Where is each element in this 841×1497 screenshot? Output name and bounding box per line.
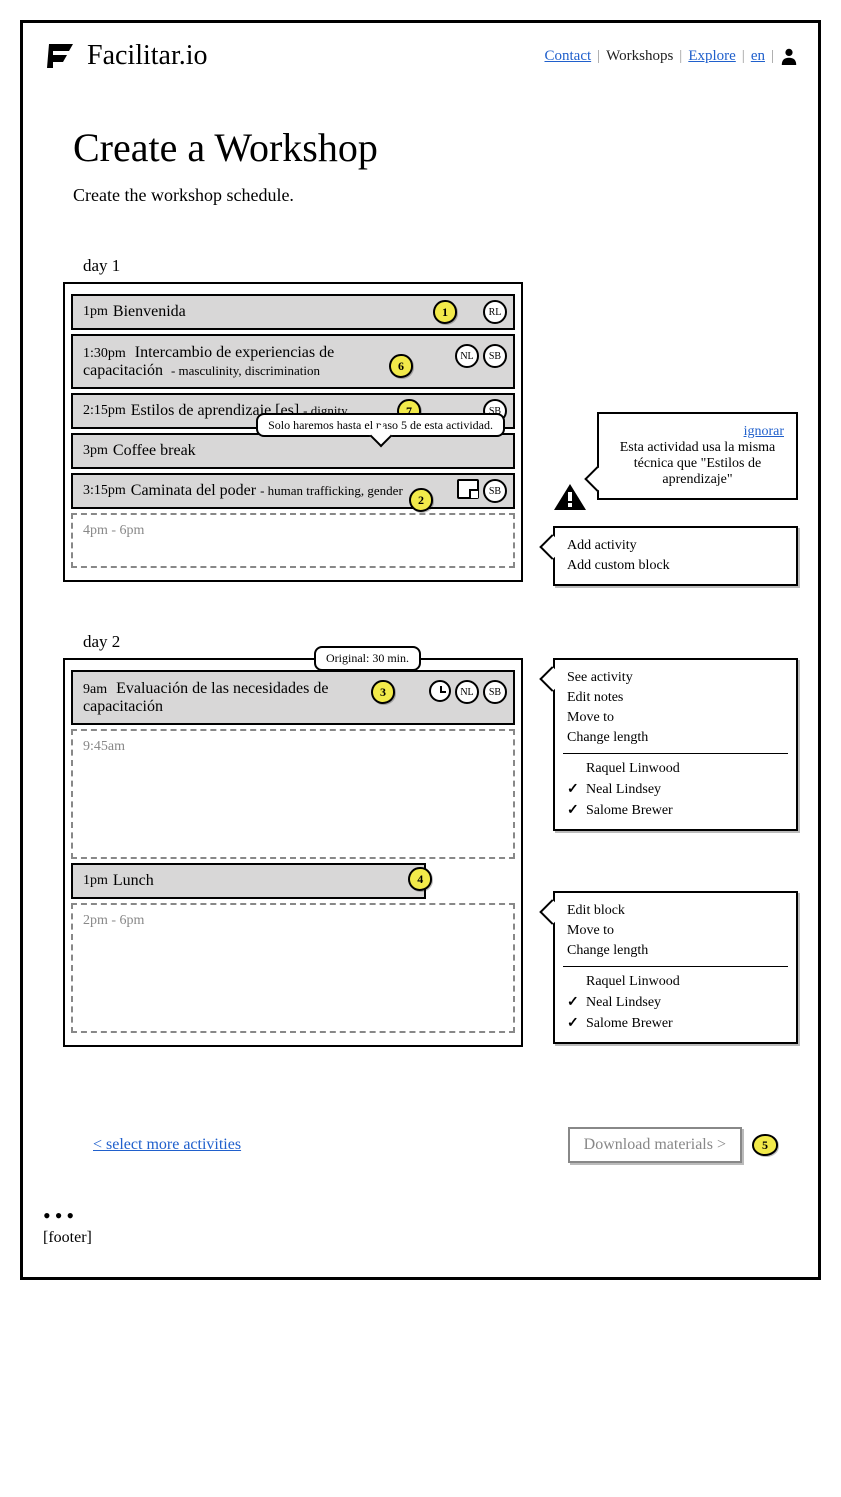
ellipsis-icon: ••• bbox=[43, 1203, 798, 1229]
download-button[interactable]: Download materials > bbox=[568, 1127, 742, 1163]
logo-icon bbox=[43, 38, 79, 74]
schedule-block[interactable]: 3pm Coffee break bbox=[71, 433, 515, 469]
facilitator-chip[interactable]: NL bbox=[455, 680, 479, 704]
drop-zone[interactable]: 2pm - 6pm bbox=[71, 903, 515, 1033]
top-nav: Facilitar.io Contact| Workshops| Explore… bbox=[43, 38, 798, 74]
assign-person[interactable]: ✓Neal Lindsey bbox=[567, 992, 784, 1013]
facilitator-chip[interactable]: SB bbox=[483, 479, 507, 503]
facilitator-chip[interactable]: SB bbox=[483, 344, 507, 368]
brand[interactable]: Facilitar.io bbox=[43, 38, 208, 74]
day1-box: 1pm Bienvenida 1 RL 1:30pm Intercambio d… bbox=[63, 282, 523, 582]
schedule-block[interactable]: 3:15pm Caminata del poder - human traffi… bbox=[71, 473, 515, 509]
brand-name: Facilitar.io bbox=[87, 40, 208, 72]
nav-explore[interactable]: Explore bbox=[688, 48, 735, 65]
day2-box: Original: 30 min. 9am Evaluación de las … bbox=[63, 658, 523, 1047]
menu-change-length[interactable]: Change length bbox=[567, 728, 784, 748]
assign-person[interactable]: Raquel Linwood bbox=[567, 972, 784, 992]
block-context-menu: Edit block Move to Change length Raquel … bbox=[553, 891, 798, 1044]
annotation-marker: 1 bbox=[433, 300, 457, 324]
assign-person[interactable]: ✓Neal Lindsey bbox=[567, 779, 784, 800]
assign-person[interactable]: ✓Salome Brewer bbox=[567, 1013, 784, 1034]
annotation-marker: 2 bbox=[409, 488, 433, 512]
nav-links: Contact| Workshops| Explore| en| bbox=[544, 47, 798, 65]
schedule-block[interactable]: 9am Evaluación de las necesidades de cap… bbox=[71, 670, 515, 725]
select-more-link[interactable]: < select more activities bbox=[93, 1136, 241, 1154]
footer-label: [footer] bbox=[43, 1229, 798, 1247]
day1-label: day 1 bbox=[83, 256, 523, 276]
facilitator-chip[interactable]: SB bbox=[483, 680, 507, 704]
facilitator-chip[interactable]: RL bbox=[483, 300, 507, 324]
menu-see-activity[interactable]: See activity bbox=[567, 668, 784, 688]
menu-edit-block[interactable]: Edit block bbox=[567, 901, 784, 921]
ignore-link[interactable]: ignorar bbox=[744, 424, 784, 440]
page-title: Create a Workshop bbox=[73, 124, 798, 171]
drop-zone[interactable]: 4pm - 6pm bbox=[71, 513, 515, 568]
menu-move-to[interactable]: Move to bbox=[567, 921, 784, 941]
warning-icon bbox=[553, 482, 587, 512]
nav-lang[interactable]: en bbox=[751, 48, 765, 65]
footer-actions: < select more activities Download materi… bbox=[93, 1127, 778, 1163]
warning-callout: ignorar Esta actividad usa la misma técn… bbox=[553, 412, 798, 512]
app-frame: Facilitar.io Contact| Workshops| Explore… bbox=[20, 20, 821, 1280]
assign-person[interactable]: Raquel Linwood bbox=[567, 759, 784, 779]
menu-move-to[interactable]: Move to bbox=[567, 708, 784, 728]
duration-tooltip: Original: 30 min. bbox=[314, 646, 421, 671]
history-icon[interactable] bbox=[429, 680, 451, 702]
annotation-marker: 3 bbox=[371, 680, 395, 704]
note-tooltip: Solo haremos hasta el paso 5 de esta act… bbox=[256, 413, 505, 437]
page-subtitle: Create the workshop schedule. bbox=[73, 185, 798, 206]
user-icon[interactable] bbox=[780, 47, 798, 65]
drop-zone[interactable]: 9:45am bbox=[71, 729, 515, 859]
schedule-block[interactable]: 1pm Bienvenida 1 RL bbox=[71, 294, 515, 330]
note-icon[interactable] bbox=[457, 479, 479, 499]
menu-change-length[interactable]: Change length bbox=[567, 941, 784, 961]
page-footer: ••• [footer] bbox=[43, 1203, 798, 1247]
annotation-marker: 4 bbox=[408, 867, 432, 891]
annotation-marker: 5 bbox=[752, 1134, 778, 1156]
menu-edit-notes[interactable]: Edit notes bbox=[567, 688, 784, 708]
day2-label: day 2 bbox=[83, 632, 523, 652]
annotation-marker: 6 bbox=[389, 354, 413, 378]
schedule-block[interactable]: 1pm Lunch 4 bbox=[71, 863, 426, 899]
add-menu: Add activity Add custom block bbox=[553, 526, 798, 586]
nav-workshops[interactable]: Workshops bbox=[606, 48, 673, 65]
schedule-block[interactable]: 1:30pm Intercambio de experiencias de ca… bbox=[71, 334, 515, 389]
facilitator-chip[interactable]: NL bbox=[455, 344, 479, 368]
warning-bubble: ignorar Esta actividad usa la misma técn… bbox=[597, 412, 798, 500]
add-activity[interactable]: Add activity bbox=[567, 536, 784, 556]
nav-contact[interactable]: Contact bbox=[544, 48, 591, 65]
activity-context-menu: See activity Edit notes Move to Change l… bbox=[553, 658, 798, 831]
add-custom-block[interactable]: Add custom block bbox=[567, 556, 784, 576]
assign-person[interactable]: ✓Salome Brewer bbox=[567, 800, 784, 821]
